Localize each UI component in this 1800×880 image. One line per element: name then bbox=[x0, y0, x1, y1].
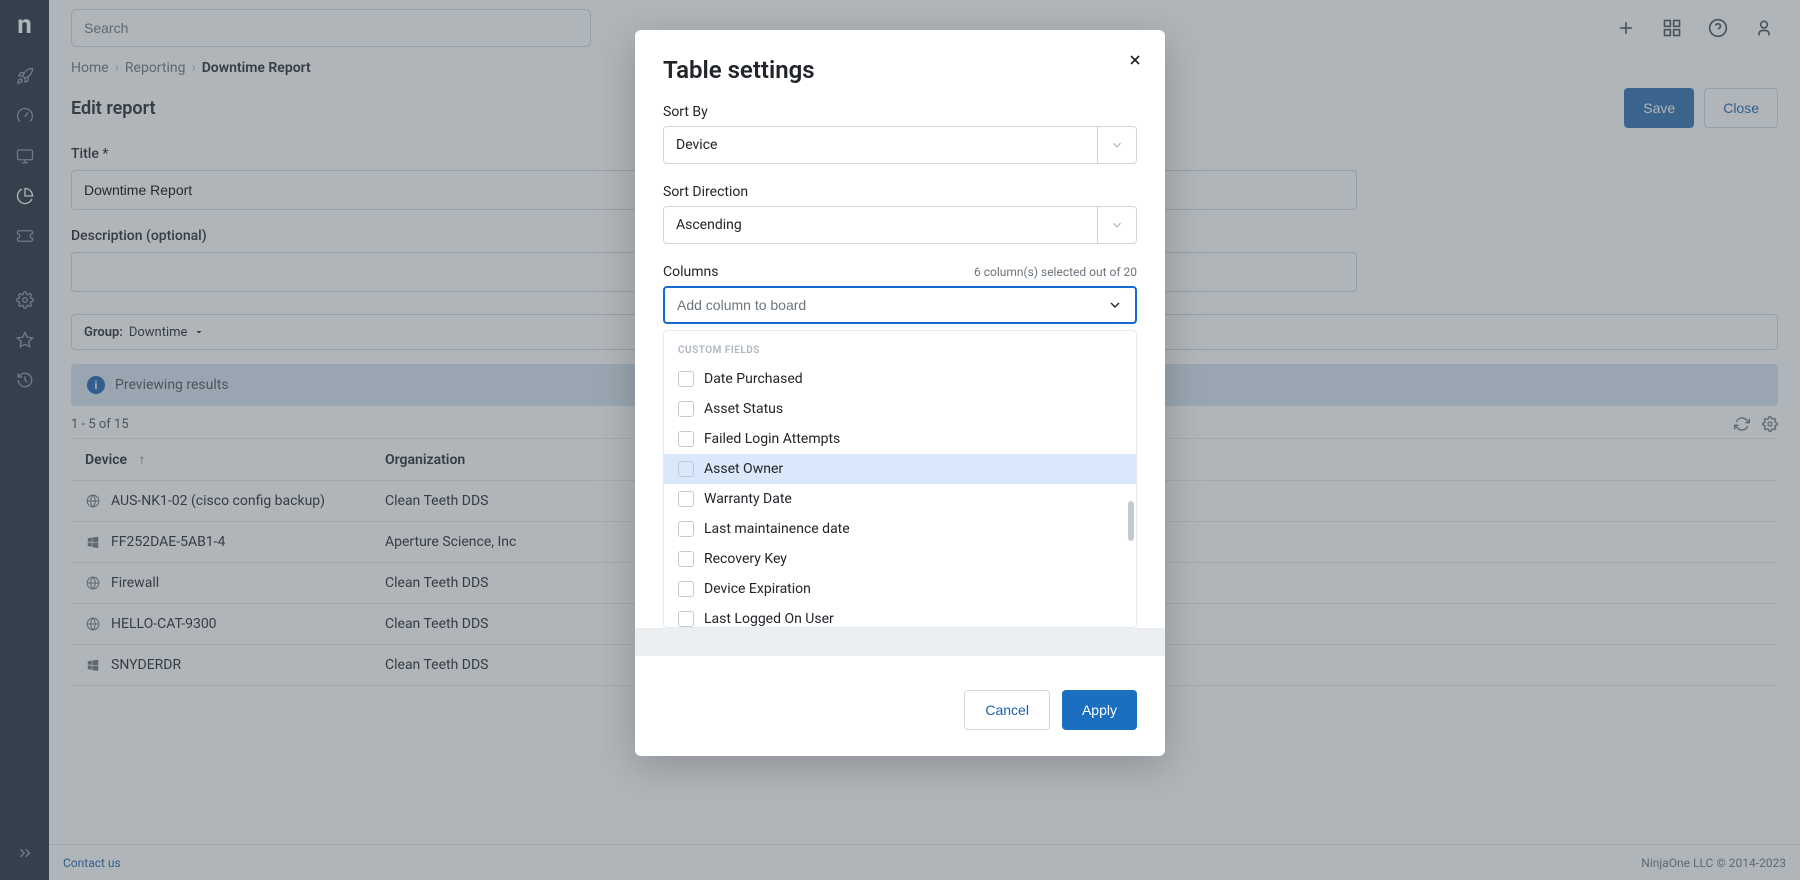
column-option[interactable]: Date Purchased bbox=[664, 364, 1136, 394]
table-settings-modal: Table settings Sort By Device Sort Direc… bbox=[635, 30, 1165, 756]
option-label: Asset Status bbox=[704, 401, 783, 417]
columns-combobox[interactable] bbox=[663, 286, 1137, 324]
columns-search-input[interactable] bbox=[677, 297, 1095, 313]
chevron-down-icon bbox=[1097, 207, 1124, 243]
columns-header-row: Columns 6 column(s) selected out of 20 bbox=[663, 264, 1137, 280]
close-icon bbox=[1127, 52, 1143, 68]
modal-actions: Cancel Apply bbox=[663, 690, 1137, 730]
scrollbar-thumb[interactable] bbox=[1128, 501, 1134, 541]
checkbox[interactable] bbox=[678, 461, 694, 477]
option-label: Last maintainence date bbox=[704, 521, 850, 537]
checkbox[interactable] bbox=[678, 521, 694, 537]
column-option[interactable]: Warranty Date bbox=[664, 484, 1136, 514]
sort-by-select[interactable]: Device bbox=[663, 126, 1137, 164]
columns-dropdown: CUSTOM FIELDS Date Purchased Asset Status… bbox=[663, 330, 1137, 628]
checkbox[interactable] bbox=[678, 551, 694, 567]
sort-direction-value: Ascending bbox=[676, 217, 742, 233]
column-option[interactable]: Failed Login Attempts bbox=[664, 424, 1136, 454]
checkbox[interactable] bbox=[678, 581, 694, 597]
apply-button[interactable]: Apply bbox=[1062, 690, 1137, 730]
sort-by-label: Sort By bbox=[663, 104, 1137, 120]
modal-overlay[interactable]: Table settings Sort By Device Sort Direc… bbox=[0, 0, 1800, 880]
option-label: Failed Login Attempts bbox=[704, 431, 840, 447]
option-label: Recovery Key bbox=[704, 551, 787, 567]
sort-direction-label: Sort Direction bbox=[663, 184, 1137, 200]
chevron-down-icon bbox=[1097, 127, 1124, 163]
sort-direction-select[interactable]: Ascending bbox=[663, 206, 1137, 244]
column-option[interactable]: Asset Status bbox=[664, 394, 1136, 424]
app-root: n bbox=[0, 0, 1800, 880]
column-option[interactable]: Device Expiration bbox=[664, 574, 1136, 604]
option-label: Asset Owner bbox=[704, 461, 783, 477]
column-option[interactable]: Recovery Key bbox=[664, 544, 1136, 574]
checkbox[interactable] bbox=[678, 401, 694, 417]
columns-label: Columns bbox=[663, 264, 718, 280]
checkbox[interactable] bbox=[678, 431, 694, 447]
option-label: Device Expiration bbox=[704, 581, 811, 597]
checkbox[interactable] bbox=[678, 611, 694, 627]
option-label: Last Logged On User bbox=[704, 611, 834, 627]
checkbox[interactable] bbox=[678, 491, 694, 507]
modal-title: Table settings bbox=[663, 56, 1137, 84]
dropdown-section-header: CUSTOM FIELDS bbox=[664, 331, 1136, 364]
chevron-down-icon bbox=[1095, 297, 1123, 313]
column-option[interactable]: Last maintainence date bbox=[664, 514, 1136, 544]
modal-spacer bbox=[635, 628, 1165, 656]
column-option[interactable]: Asset Owner bbox=[664, 454, 1136, 484]
column-option[interactable]: Last Logged On User bbox=[664, 604, 1136, 627]
sort-by-value: Device bbox=[676, 137, 717, 153]
cancel-button[interactable]: Cancel bbox=[964, 690, 1050, 730]
columns-count: 6 column(s) selected out of 20 bbox=[974, 265, 1137, 279]
checkbox[interactable] bbox=[678, 371, 694, 387]
option-label: Warranty Date bbox=[704, 491, 792, 507]
modal-close-button[interactable] bbox=[1127, 52, 1143, 68]
option-label: Date Purchased bbox=[704, 371, 803, 387]
